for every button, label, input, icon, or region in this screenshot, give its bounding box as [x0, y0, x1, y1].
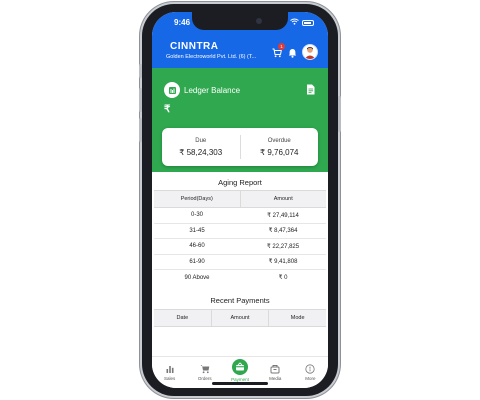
- due-summary: Due ₹ 58,24,303: [162, 128, 240, 166]
- column-header: Period(Days): [180, 196, 213, 202]
- cart-icon: [200, 365, 210, 374]
- table-row: 61-90 ₹ 9,41,808: [154, 255, 326, 270]
- amount-cell: ₹ 8,47,364: [268, 228, 298, 235]
- status-icons: [290, 18, 314, 27]
- amount-cell: ₹ 0: [278, 275, 288, 282]
- column-header: Mode: [268, 310, 326, 326]
- notch: [192, 12, 288, 30]
- nav-more[interactable]: More: [293, 357, 328, 388]
- status-time: 9:46: [174, 18, 191, 27]
- column-header: Date: [176, 315, 189, 321]
- ledger-icon: [164, 82, 180, 98]
- table-header: Period(Days) Amount: [154, 190, 326, 208]
- amount-cell: ₹ 9,41,808: [268, 259, 298, 266]
- app-screen: 9:46 CINNTRA Golden Electroworld Pvt. Lt…: [152, 12, 328, 388]
- table-row: 31-45 ₹ 8,47,364: [154, 224, 326, 239]
- side-button: [139, 118, 142, 142]
- media-icon: [270, 365, 280, 374]
- overdue-label: Overdue: [267, 137, 291, 144]
- column-header: Amount: [239, 191, 327, 207]
- cart-badge: 1: [278, 43, 285, 50]
- recent-payments-table: Date Amount Mode: [154, 309, 326, 327]
- ledger-amount: ₹: [164, 104, 171, 115]
- amount-cell: ₹ 22,27,825: [266, 243, 300, 250]
- due-overdue-card: Due ₹ 58,24,303 Overdue ₹ 9,76,074: [162, 128, 318, 166]
- period-cell: 61-90: [189, 258, 205, 265]
- period-cell: 46-60: [189, 243, 205, 250]
- avatar[interactable]: [302, 44, 318, 60]
- side-button: [338, 96, 341, 132]
- due-value: ₹ 58,24,303: [179, 147, 223, 157]
- wifi-icon: [290, 18, 299, 27]
- document-icon[interactable]: [306, 84, 315, 95]
- aging-table: Period(Days) Amount 0-30 ₹ 27,49,114 31-…: [154, 190, 326, 286]
- table-row: 46-60 ₹ 22,27,825: [154, 239, 326, 255]
- aging-report-title: Aging Report: [218, 178, 262, 187]
- period-cell: 90 Above: [184, 274, 210, 281]
- bell-icon[interactable]: [288, 48, 297, 58]
- side-button: [139, 88, 142, 112]
- nav-label: Sales: [163, 376, 176, 381]
- nav-label: Media: [269, 376, 282, 381]
- column-header: Amount: [210, 310, 269, 326]
- ledger-title: Ledger Balance: [184, 86, 241, 95]
- battery-icon: [302, 19, 314, 26]
- brand-logo: CINNTRA: [170, 41, 219, 52]
- payment-icon: [232, 359, 248, 375]
- more-icon: [305, 364, 316, 374]
- amount-cell: ₹ 27,49,114: [267, 212, 299, 219]
- period-cell: 31-45: [189, 227, 205, 234]
- side-button: [139, 64, 142, 78]
- company-selector[interactable]: Golden Electroworld Pvt. Ltd. (6) (T...: [166, 54, 256, 60]
- period-cell: 0-30: [190, 212, 203, 219]
- due-label: Due: [195, 137, 207, 144]
- nav-sales[interactable]: Sales: [152, 357, 187, 388]
- table-row: 90 Above ₹ 0: [154, 270, 326, 286]
- home-indicator: [212, 382, 268, 385]
- nav-label: More: [305, 376, 316, 381]
- table-row: 0-30 ₹ 27,49,114: [154, 208, 326, 224]
- recent-payments-title: Recent Payments: [210, 296, 270, 305]
- table-header: Date Amount Mode: [154, 309, 326, 327]
- nav-label: Orders: [197, 376, 212, 381]
- overdue-value: ₹ 9,76,074: [260, 147, 299, 157]
- bar-chart-icon: [166, 366, 174, 373]
- overdue-summary: Overdue ₹ 9,76,074: [241, 128, 319, 166]
